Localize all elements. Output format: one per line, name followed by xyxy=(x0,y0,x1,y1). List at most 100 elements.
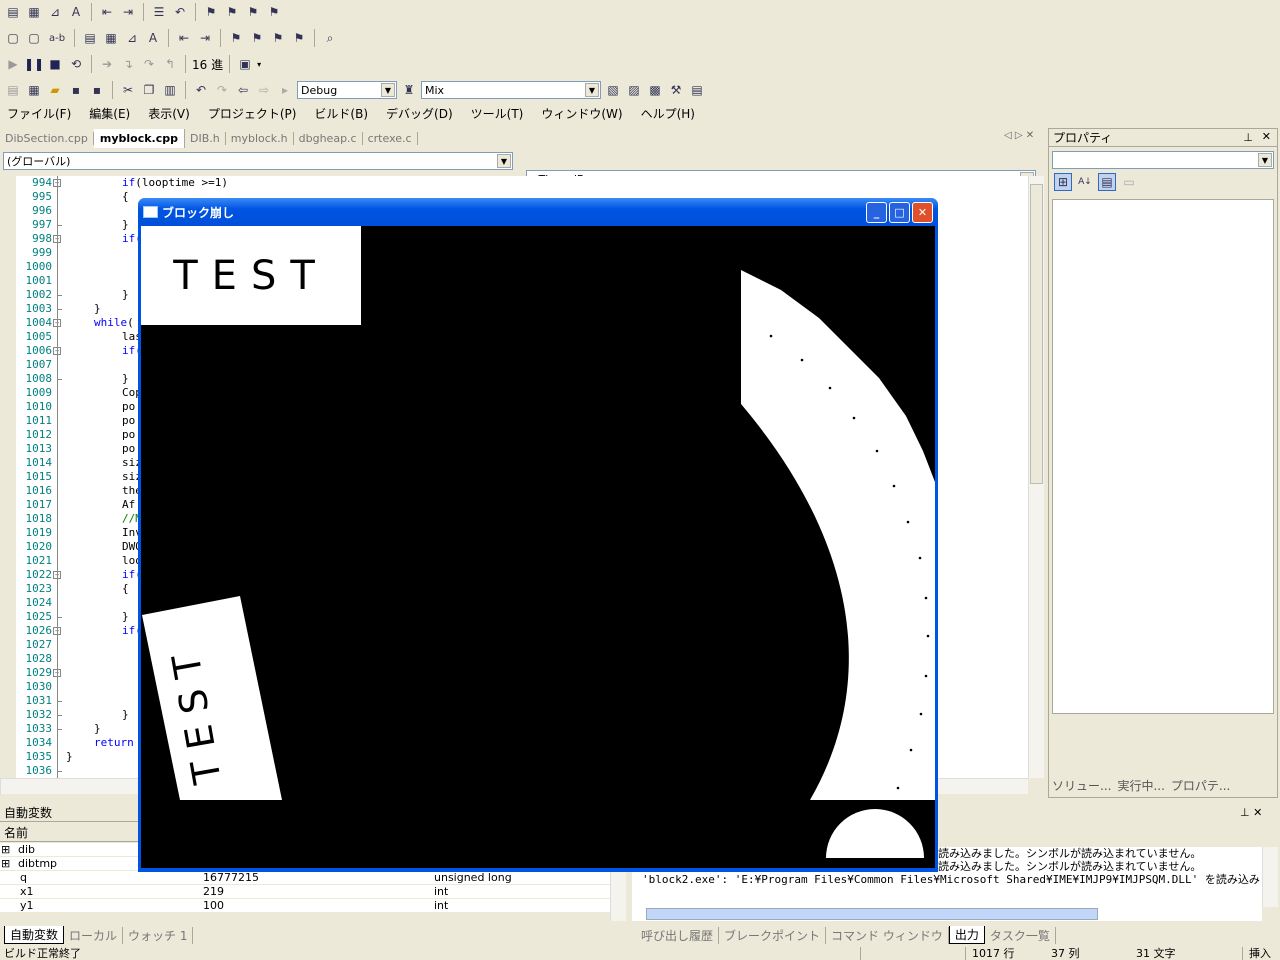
breakpoints-icon[interactable]: ▣ xyxy=(236,55,254,73)
platform-combo[interactable]: Mix ▼ xyxy=(421,81,601,99)
save-all-icon[interactable]: ▪ xyxy=(88,81,106,99)
menu-item[interactable]: デバッグ(D) xyxy=(386,105,453,122)
game-canvas[interactable]: TEST TEST xyxy=(141,226,935,868)
redo-icon[interactable]: ↷ xyxy=(213,81,231,99)
add-item-icon[interactable]: ▦ xyxy=(25,81,43,99)
tab-task-list[interactable]: タスク一覧 xyxy=(985,926,1056,944)
var-value[interactable]: 100 xyxy=(203,899,224,913)
font-size-icon[interactable]: A xyxy=(67,3,85,21)
var-value[interactable]: 219 xyxy=(203,885,224,899)
bookmark-prev-icon[interactable]: ⚑ xyxy=(244,3,262,21)
chevron-down-icon[interactable]: ▼ xyxy=(585,83,599,97)
table-row[interactable]: q 16777215 unsigned long xyxy=(0,871,610,885)
font-icon[interactable]: A xyxy=(144,29,162,47)
tab-dib-h[interactable]: DIB.h xyxy=(185,131,226,145)
expand-icon[interactable]: ⊞ xyxy=(1,843,10,857)
menu-item[interactable]: ツール(T) xyxy=(471,105,524,122)
build-icon[interactable]: ♜ xyxy=(400,81,418,99)
comment-icon[interactable]: ▢ xyxy=(4,29,22,47)
tools-icon[interactable]: ⚒ xyxy=(667,81,685,99)
minimize-button[interactable]: _ xyxy=(866,202,887,223)
output-vscrollbar[interactable] xyxy=(1262,847,1278,907)
paste-icon[interactable]: ▥ xyxy=(161,81,179,99)
show-next-icon[interactable]: ➔ xyxy=(98,55,116,73)
toolbox-icon[interactable]: ▩ xyxy=(646,81,664,99)
properties-tab[interactable]: プロパテ... xyxy=(1171,777,1230,794)
bookmark-icon[interactable]: ⚑ xyxy=(227,29,245,47)
tab-autos[interactable]: 自動変数 xyxy=(4,926,65,944)
tab-myblock-cpp[interactable]: myblock.cpp xyxy=(93,128,186,148)
bookmark-icon[interactable]: ⚑ xyxy=(202,3,220,21)
open-icon[interactable]: ▰ xyxy=(46,81,64,99)
bookmark-clear-icon[interactable]: ⚑ xyxy=(265,3,283,21)
pin-icon[interactable]: ⊥ xyxy=(1243,131,1253,144)
scroll-left-icon[interactable]: ◁ xyxy=(1004,130,1012,141)
resource-icon[interactable]: ⊿ xyxy=(123,29,141,47)
categorized-icon[interactable]: ⊞ xyxy=(1054,173,1072,191)
tab-output[interactable]: 出力 xyxy=(948,926,985,944)
list-icon[interactable]: ☰ xyxy=(150,3,168,21)
outdent-icon[interactable]: ⇥ xyxy=(196,29,214,47)
properties-tab[interactable]: ソリュー... xyxy=(1052,777,1111,794)
table-row[interactable]: x1 219 int xyxy=(0,885,610,899)
tab-breakpoints[interactable]: ブレークポイント xyxy=(719,926,827,944)
uncomment-icon[interactable]: ▢ xyxy=(25,29,43,47)
properties-icon[interactable]: ▤ xyxy=(4,3,22,21)
solution-explorer-icon[interactable]: ▧ xyxy=(604,81,622,99)
var-value[interactable]: 16777215 xyxy=(203,871,259,885)
bookmark-next-icon[interactable]: ⚑ xyxy=(223,3,241,21)
class-view-icon[interactable]: ▦ xyxy=(25,3,43,21)
config-combo[interactable]: Debug ▼ xyxy=(297,81,397,99)
stop-icon[interactable]: ■ xyxy=(46,55,64,73)
indent-icon[interactable]: ⇤ xyxy=(98,3,116,21)
object-browser-icon[interactable]: ▤ xyxy=(688,81,706,99)
properties-tab[interactable]: 実行中... xyxy=(1117,777,1164,794)
indent-icon[interactable]: ⇤ xyxy=(175,29,193,47)
bookmark-clear-icon[interactable]: ⚑ xyxy=(290,29,308,47)
close-icon[interactable]: ✕ xyxy=(1253,806,1262,819)
chevron-down-icon[interactable]: ▼ xyxy=(497,154,511,168)
step-into-icon[interactable]: ↴ xyxy=(119,55,137,73)
menu-item[interactable]: ヘルプ(H) xyxy=(641,105,695,122)
properties-view-icon[interactable]: ▤ xyxy=(1098,173,1116,191)
cut-icon[interactable]: ✂ xyxy=(119,81,137,99)
tab-dibsection-cpp[interactable]: DibSection.cpp xyxy=(0,131,94,145)
table-row[interactable]: y1 100 int xyxy=(0,899,610,913)
continue-icon[interactable]: ▶ xyxy=(4,55,22,73)
copy-icon[interactable]: ❐ xyxy=(140,81,158,99)
navigate-forward-icon[interactable]: ⇨ xyxy=(255,81,273,99)
close-icon[interactable]: ✕ xyxy=(1262,130,1271,143)
navigate-back-icon[interactable]: ⇦ xyxy=(234,81,252,99)
chevron-down-icon[interactable]: ▼ xyxy=(1258,153,1272,167)
tab-call-stack[interactable]: 呼び出し履歴 xyxy=(636,926,720,944)
bookmark-prev-icon[interactable]: ⚑ xyxy=(269,29,287,47)
menu-item[interactable]: ウィンドウ(W) xyxy=(541,105,622,122)
save-icon[interactable]: ▪ xyxy=(67,81,85,99)
scope-combo[interactable]: (グローバル) ▼ xyxy=(3,152,513,170)
scroll-thumb[interactable] xyxy=(1030,184,1043,484)
ab-icon[interactable]: a-b xyxy=(46,29,68,47)
menu-item[interactable]: プロジェクト(P) xyxy=(208,105,297,122)
menu-item[interactable]: 編集(E) xyxy=(89,105,130,122)
new-project-icon[interactable]: ▤ xyxy=(4,81,22,99)
close-button[interactable]: ✕ xyxy=(912,202,933,223)
hex-toggle[interactable]: 16 進 xyxy=(192,56,223,73)
step-over-icon[interactable]: ↷ xyxy=(140,55,158,73)
output-hscrollbar[interactable] xyxy=(632,907,1262,921)
close-icon[interactable]: ✕ xyxy=(1026,130,1034,141)
class-icon[interactable]: ▦ xyxy=(102,29,120,47)
expand-icon[interactable]: ⊞ xyxy=(1,857,10,871)
game-window[interactable]: ブロック崩し _ □ ✕ TEST TEST xyxy=(138,198,938,872)
pin-icon[interactable]: ⊥ xyxy=(1240,806,1250,819)
object-combo[interactable]: ▼ xyxy=(1052,151,1274,169)
editor-vscrollbar[interactable] xyxy=(1028,176,1044,778)
chevron-down-icon[interactable]: ▼ xyxy=(381,83,395,97)
tab-command[interactable]: コマンド ウィンドウ xyxy=(826,926,949,944)
column-header-name[interactable]: 名前 xyxy=(4,824,28,841)
alphabetical-icon[interactable]: A↓ xyxy=(1076,173,1094,191)
tab-dbgheap-c[interactable]: dbgheap.c xyxy=(294,131,363,145)
undo-icon[interactable]: ↶ xyxy=(192,81,210,99)
tab-locals[interactable]: ローカル xyxy=(64,926,124,944)
scroll-thumb[interactable] xyxy=(646,908,1098,920)
bookmark-next-icon[interactable]: ⚑ xyxy=(248,29,266,47)
